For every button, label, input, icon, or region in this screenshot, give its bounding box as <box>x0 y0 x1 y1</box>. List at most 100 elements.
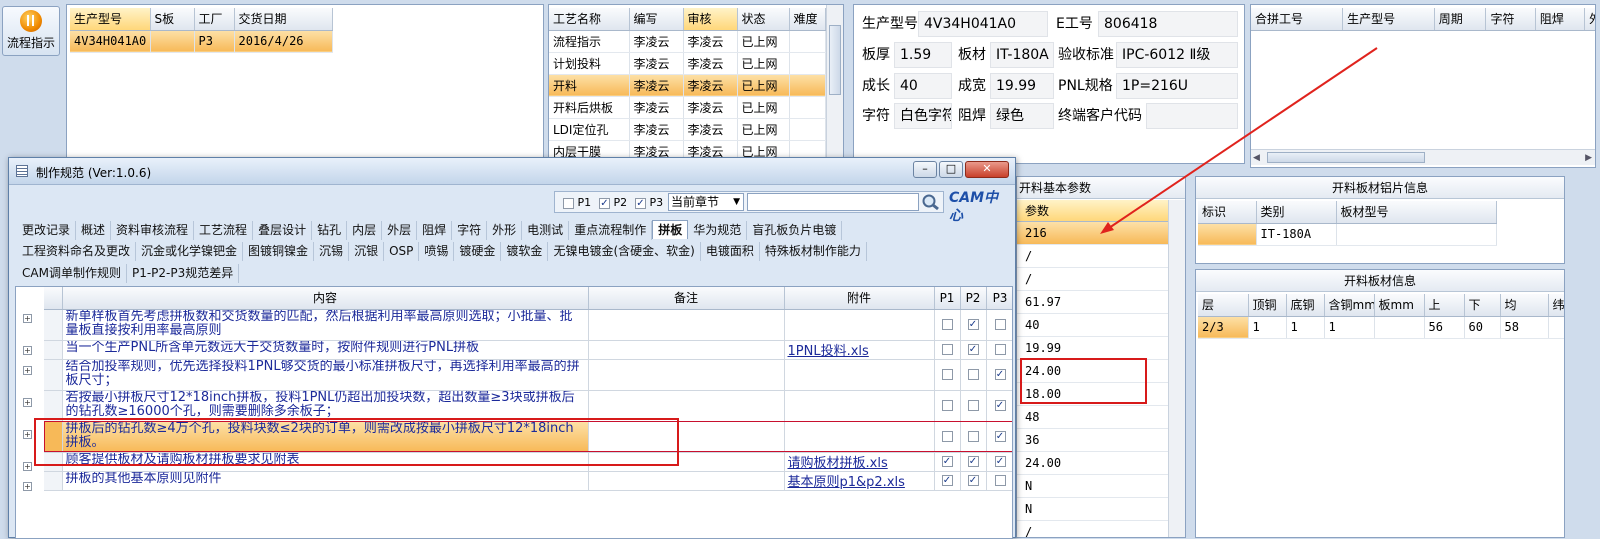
spec-row[interactable]: 若按最小拼板尺寸12*18inch拼板，投料1PNL仍超出加投块数，超出数量≥3… <box>44 390 1012 422</box>
table-row[interactable]: 开料 李凌云 李凌云 已上网 <box>549 74 826 97</box>
dialog-tab[interactable]: 概述 <box>76 221 112 240</box>
p2-checkbox[interactable] <box>960 359 987 391</box>
spec-attachment[interactable] <box>784 421 935 453</box>
params-header[interactable]: 参数 <box>1017 200 1169 222</box>
dialog-tab[interactable]: 盲孔板负片电镀 <box>747 221 843 240</box>
dialog-tab[interactable]: 镀软金 <box>501 242 549 261</box>
expand-icon[interactable]: + <box>23 314 32 323</box>
dialog-tab[interactable]: 钻孔 <box>312 221 348 240</box>
field-value[interactable]: IT-180A <box>990 42 1054 68</box>
dialog-tab[interactable]: 重点流程制作 <box>569 221 653 240</box>
col-header[interactable]: 上 <box>1424 294 1465 317</box>
expand-icon[interactable]: + <box>23 366 32 375</box>
checkbox[interactable]: ✓ <box>941 455 953 467</box>
p1-checkbox[interactable] <box>934 309 961 341</box>
attachment-link[interactable]: 请购板材拼板.xls <box>788 456 888 470</box>
dialog-tab[interactable]: 叠层设计 <box>253 221 313 240</box>
attachment-link[interactable]: 基本原则p1&p2.xls <box>788 475 905 489</box>
dialog-tab[interactable]: OSP <box>384 242 420 261</box>
spec-row[interactable]: 结合加投率规则，优先选择投料1PNL够交货的最小标准拼板尺寸，再选择利用率最高的… <box>44 359 1012 391</box>
p2-checkbox[interactable] <box>960 390 987 422</box>
checkbox[interactable] <box>941 399 953 411</box>
col-header[interactable]: 底铜 <box>1286 294 1325 317</box>
checkbox[interactable]: ✓ <box>967 474 979 486</box>
spec-row[interactable]: 拼板的其他基本原则见附件 基本原则p1&p2.xls ✓ ✓ <box>44 471 1012 491</box>
p2-checkbox[interactable]: ✓ <box>960 471 987 491</box>
p2-checkbox[interactable]: ✓ <box>960 452 987 472</box>
dialog-tab[interactable]: 工程资料命名及更改 <box>17 242 137 261</box>
table-row[interactable]: 开料后烘板 李凌云 李凌云 已上网 <box>549 96 826 119</box>
col-header[interactable]: 字符 <box>1485 8 1536 31</box>
col-header[interactable]: P2 <box>960 287 987 310</box>
col-header[interactable]: 下 <box>1464 294 1501 317</box>
field-value[interactable] <box>1146 103 1238 129</box>
col-header[interactable]: 类别 <box>1256 201 1337 224</box>
col-header[interactable]: 生产型号 <box>70 8 151 31</box>
checkbox[interactable] <box>941 343 953 355</box>
col-header[interactable]: 纬 <box>1548 294 1564 317</box>
checkbox[interactable] <box>967 430 979 442</box>
col-header[interactable]: 交货日期 <box>234 8 333 31</box>
checkbox[interactable] <box>941 430 953 442</box>
field-value[interactable]: 4V34H041A0 <box>918 11 1048 37</box>
dialog-tab[interactable]: CAM调单制作规则 <box>17 264 127 283</box>
spec-attachment[interactable]: 1PNL投料.xls <box>784 340 935 360</box>
spec-row[interactable]: 新单样板首先考虑拼板数和交货数量的匹配，然后根据利用率最高原则选取；小批量、批量… <box>44 309 1012 341</box>
checkbox[interactable]: ✓ <box>994 455 1006 467</box>
col-header[interactable]: 板mm <box>1374 294 1425 317</box>
table-row[interactable]: 计划投料 李凌云 李凌云 已上网 <box>549 52 826 75</box>
search-input[interactable] <box>747 193 919 211</box>
param-value[interactable]: 61.97 <box>1017 291 1169 314</box>
maximize-button[interactable]: □ <box>939 161 963 178</box>
checkbox[interactable]: ✓ <box>994 430 1006 442</box>
param-value[interactable]: 24.00 <box>1017 452 1169 475</box>
field-value[interactable]: 绿色 <box>990 103 1054 129</box>
table-row[interactable]: 流程指示 李凌云 李凌云 已上网 <box>549 30 826 53</box>
field-value[interactable]: 1P=216U <box>1116 73 1238 99</box>
p1-checkbox[interactable] <box>934 390 961 422</box>
expand-icon[interactable]: + <box>23 430 32 439</box>
minimize-button[interactable]: – <box>913 161 937 178</box>
spec-attachment[interactable] <box>784 309 935 341</box>
spec-attachment[interactable]: 请购板材拼板.xls <box>784 452 935 472</box>
spec-row[interactable]: 当一个生产PNL所含单元数远大于交货数量时，按附件规则进行PNL拼板 1PNL投料… <box>44 340 1012 360</box>
filter-p3[interactable]: ✓ P3 <box>635 196 663 209</box>
p1-checkbox[interactable] <box>934 359 961 391</box>
col-header[interactable]: 层 <box>1198 294 1249 317</box>
chapter-select[interactable]: 当前章节 ▼ <box>668 193 744 211</box>
col-header[interactable]: 含铜mm <box>1324 294 1375 317</box>
field-value[interactable]: 806418 <box>1098 11 1238 37</box>
checkbox[interactable] <box>941 368 953 380</box>
checkbox[interactable] <box>994 318 1006 330</box>
checkbox[interactable]: ✓ <box>967 318 979 330</box>
checkbox[interactable]: ✓ <box>941 474 953 486</box>
dialog-tab[interactable]: 无镍电镀金(含硬金、软金) <box>548 242 701 261</box>
dialog-tab[interactable]: 字符 <box>452 221 488 240</box>
dialog-tab[interactable]: 外形 <box>487 221 523 240</box>
col-header[interactable]: 阻焊 <box>1535 8 1586 31</box>
col-header[interactable]: 编写 <box>629 8 684 31</box>
p2-checkbox[interactable] <box>960 421 987 453</box>
field-value[interactable]: 1.59 <box>894 42 952 68</box>
p3-checkbox[interactable] <box>986 471 1012 491</box>
col-header[interactable]: 状态 <box>737 8 790 31</box>
merge-hscrollbar[interactable]: ◀ ▶ <box>1251 149 1595 165</box>
param-value[interactable]: 36 <box>1017 429 1169 452</box>
col-header[interactable]: S板 <box>150 8 195 31</box>
dialog-tab[interactable]: 外层 <box>382 221 418 240</box>
p2-checkbox[interactable]: ✓ <box>960 309 987 341</box>
field-value[interactable]: 白色字符 <box>894 103 952 129</box>
dialog-tab[interactable]: 沉银 <box>349 242 385 261</box>
table-row[interactable]: 2/3 1 1 1 56 60 58 <box>1198 316 1564 339</box>
checkbox[interactable] <box>994 343 1006 355</box>
expand-icon[interactable]: + <box>23 398 32 407</box>
col-header[interactable]: 工艺名称 <box>549 8 630 31</box>
p3-checkbox[interactable]: ✓ <box>986 421 1012 453</box>
checkbox[interactable] <box>967 368 979 380</box>
dialog-tab[interactable]: 喷锡 <box>419 242 455 261</box>
dialog-titlebar[interactable]: 制作规范 (Ver:1.0.6) – □ ✕ <box>9 158 1015 185</box>
expand-icon[interactable]: + <box>23 482 32 491</box>
col-header[interactable]: 审核 <box>683 8 738 31</box>
param-value[interactable]: / <box>1017 245 1169 268</box>
dialog-tab[interactable]: 更改记录 <box>17 221 77 240</box>
